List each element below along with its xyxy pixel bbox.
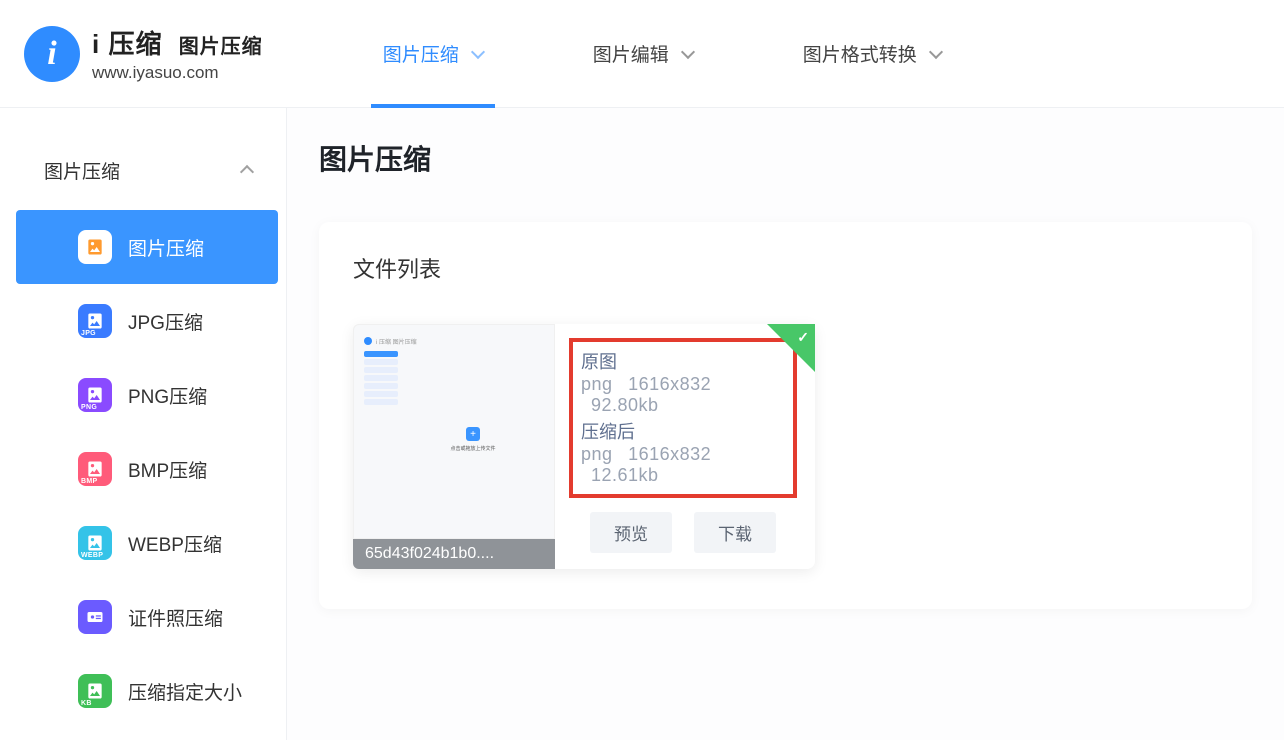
sidebar-icon [78,600,112,634]
success-badge-icon [767,324,815,372]
header: i i 压缩 图片压缩 www.iyasuo.com 图片压缩 图片编辑 图片格… [0,0,1284,108]
chevron-up-icon [240,165,254,179]
sidebar-item-label: 压缩指定大小 [128,678,242,705]
upload-hint: 点击或拖放上传文件 [450,445,495,452]
logo-url: www.iyasuo.com [92,63,263,83]
sidebar-item-label: BMP压缩 [128,456,207,483]
sidebar-icon: KB [78,674,112,708]
thumbnail-preview[interactable]: i 压缩 图片压缩 + 点击或拖放上传文件 [353,324,555,539]
sidebar-icon: WEBP [78,526,112,560]
sidebar-list: 图片压缩 JPG JPG压缩 PNG PNG压缩 BMP BMP压缩 WEBP WEBP压缩证件… [0,210,286,728]
sidebar-group-header[interactable]: 图片压缩 [0,148,286,192]
file-name: 65d43f024b1b0.... [353,539,555,569]
file-list-panel: 文件列表 i 压缩 图片压缩 + 点击或拖放上传文件 [319,222,1252,609]
download-button[interactable]: 下载 [694,512,776,553]
sidebar-item-label: 图片压缩 [128,234,204,261]
thumbnail-column: i 压缩 图片压缩 + 点击或拖放上传文件 65d43 [353,324,555,569]
compressed-info: png 1616x832 12.61kb [581,444,785,486]
sidebar-item-1[interactable]: JPG JPG压缩 [16,284,278,358]
nav-image-convert[interactable]: 图片格式转换 [803,0,941,107]
sidebar-item-0[interactable]: 图片压缩 [16,210,278,284]
sidebar-item-label: 证件照压缩 [128,604,223,631]
chevron-down-icon [471,44,485,58]
original-label: 原图 [581,348,785,374]
original-info: png 1616x832 92.80kb [581,374,785,416]
sidebar-item-5[interactable]: 证件照压缩 [16,580,278,654]
highlight-box: 原图 png 1616x832 92.80kb 压缩后 png 1616x832… [569,338,797,498]
sidebar-item-2[interactable]: PNG PNG压缩 [16,358,278,432]
chevron-down-icon [929,44,943,58]
panel-title: 文件列表 [353,252,1218,284]
action-buttons: 预览 下载 [569,512,797,553]
nav-image-edit[interactable]: 图片编辑 [593,0,693,107]
sidebar-item-6[interactable]: KB 压缩指定大小 [16,654,278,728]
sidebar-icon: BMP [78,452,112,486]
logo-icon: i [24,26,80,82]
sidebar-item-label: PNG压缩 [128,382,207,409]
page-title: 图片压缩 [319,138,1252,178]
file-info: 原图 png 1616x832 92.80kb 压缩后 png 1616x832… [555,324,815,569]
chevron-down-icon [681,44,695,58]
file-card: i 压缩 图片压缩 + 点击或拖放上传文件 65d43 [353,324,815,569]
sidebar-item-4[interactable]: WEBP WEBP压缩 [16,506,278,580]
sidebar-icon: PNG [78,378,112,412]
logo[interactable]: i i 压缩 图片压缩 www.iyasuo.com [24,24,263,83]
logo-title: i 压缩 图片压缩 [92,24,263,61]
plus-icon: + [466,427,480,441]
top-nav: 图片压缩 图片编辑 图片格式转换 [383,0,941,107]
sidebar-icon [78,230,112,264]
compressed-label: 压缩后 [581,418,785,444]
preview-button[interactable]: 预览 [590,512,672,553]
main: 图片压缩 文件列表 i 压缩 图片压缩 + 点 [287,108,1284,740]
nav-image-compress[interactable]: 图片压缩 [383,0,483,107]
sidebar-item-label: WEBP压缩 [128,530,222,557]
sidebar-icon: JPG [78,304,112,338]
sidebar-item-3[interactable]: BMP BMP压缩 [16,432,278,506]
sidebar: 图片压缩 图片压缩JPGJPG压缩PNGPNG压缩BMPBMP压缩WEBPWEB… [0,108,287,740]
sidebar-item-label: JPG压缩 [128,308,203,335]
